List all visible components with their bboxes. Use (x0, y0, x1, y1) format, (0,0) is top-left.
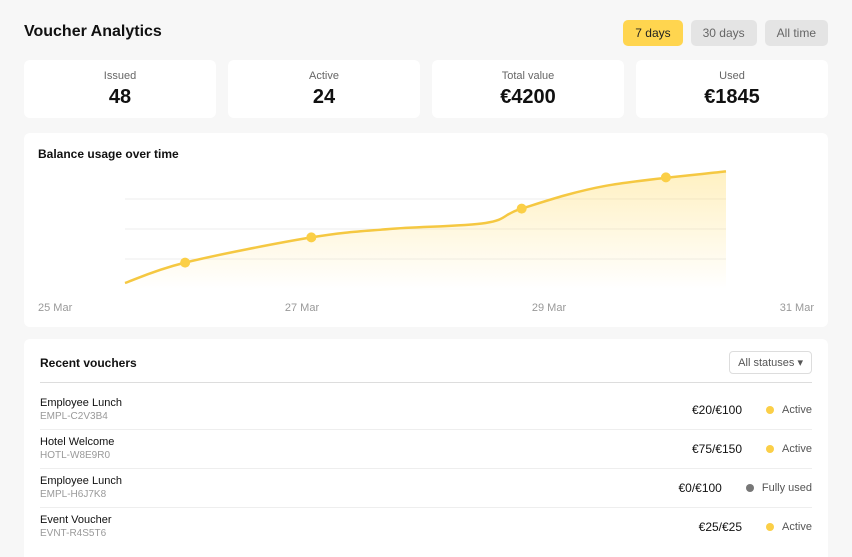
stats-row: Issued 48 Active 24 Total value €4200 Us… (24, 60, 828, 118)
stat-label: Used (719, 70, 745, 82)
stat-value: €4200 (500, 86, 556, 108)
stat-label: Issued (103, 70, 137, 82)
voucher-code: EMPL-H6J7K8 (40, 489, 107, 500)
stat-value: 48 (108, 86, 132, 108)
voucher-name: Employee Lunch (40, 475, 122, 487)
voucher-code: HOTL-W8E9R0 (40, 450, 111, 461)
voucher-amount: €25/€25 (698, 520, 743, 534)
status-dot-icon (766, 445, 775, 453)
voucher-name: Hotel Welcome (40, 436, 115, 448)
voucher-status: Active (782, 443, 812, 455)
chart-area-fill (125, 171, 726, 289)
recent-vouchers-card: Recent vouchers All statuses ▾ Employee … (24, 339, 828, 557)
range-all-time-button[interactable]: All time (764, 20, 828, 46)
stat-label: Total value (501, 70, 555, 82)
voucher-row[interactable]: Hotel Welcome HOTL-W8E9R0 €75/€150 Activ… (40, 430, 812, 469)
voucher-name: Employee Lunch (40, 397, 122, 409)
voucher-status: Fully used (761, 482, 812, 494)
voucher-row[interactable]: Event Voucher EVNT-R4S5T6 €25/€25 Active (40, 508, 812, 547)
date-range-selector: 7 days 30 days All time (623, 20, 828, 46)
balance-usage-chart: 25 Mar 27 Mar 29 Mar 31 Mar (38, 170, 815, 314)
page-header: Voucher Analytics 7 days 30 days All tim… (24, 20, 828, 46)
voucher-amount: €20/€100 (691, 403, 743, 417)
voucher-row[interactable]: Employee Lunch EMPL-H6J7K8 €0/€100 Fully… (40, 469, 812, 508)
chart-title: Balance usage over time (38, 147, 179, 161)
stat-value: €1845 (704, 86, 760, 108)
voucher-status: Active (782, 404, 812, 416)
stat-card-used: Used €1845 (636, 60, 828, 118)
voucher-amount: €75/€150 (691, 442, 743, 456)
voucher-status: Active (782, 521, 812, 533)
stat-label: Active (309, 70, 339, 82)
chart-x-tick-label: 25 Mar (38, 302, 73, 314)
status-filter-dropdown[interactable]: All statuses ▾ (729, 351, 812, 374)
stat-value: 24 (312, 86, 336, 108)
range-30-days-button[interactable]: 30 days (690, 20, 757, 46)
balance-usage-chart-card: 25 Mar 27 Mar 29 Mar 31 Mar Balance usage o… (24, 133, 828, 327)
chart-x-tick-label: 27 Mar (285, 302, 320, 314)
chart-point-4[interactable] (660, 172, 671, 183)
stat-card-issued: Issued 48 (24, 60, 216, 118)
chart-point-2[interactable] (306, 232, 317, 243)
chart-point-1[interactable] (180, 257, 191, 268)
page-title: Voucher Analytics (24, 23, 162, 40)
voucher-amount: €0/€100 (678, 481, 722, 495)
voucher-code: EMPL-C2V3B4 (40, 411, 108, 422)
voucher-code: EVNT-R4S5T6 (40, 528, 107, 539)
chart-x-tick-label: 31 Mar (780, 302, 815, 314)
voucher-name: Event Voucher (40, 514, 112, 526)
status-dot-icon (766, 523, 775, 531)
stat-card-total-value: Total value €4200 (432, 60, 624, 118)
chart-x-tick-label: 29 Mar (532, 302, 567, 314)
recent-vouchers-header: Recent vouchers All statuses ▾ (40, 351, 812, 383)
section-title: Recent vouchers (40, 356, 137, 370)
stat-card-active: Active 24 (228, 60, 420, 118)
status-dot-icon (766, 406, 775, 414)
chart-point-3[interactable] (516, 203, 527, 214)
voucher-row[interactable]: Employee Lunch EMPL-C2V3B4 €20/€100 Acti… (40, 391, 812, 430)
status-dot-icon (745, 484, 754, 492)
range-7-days-button[interactable]: 7 days (623, 20, 683, 46)
voucher-list: Employee Lunch EMPL-C2V3B4 €20/€100 Acti… (40, 391, 812, 547)
